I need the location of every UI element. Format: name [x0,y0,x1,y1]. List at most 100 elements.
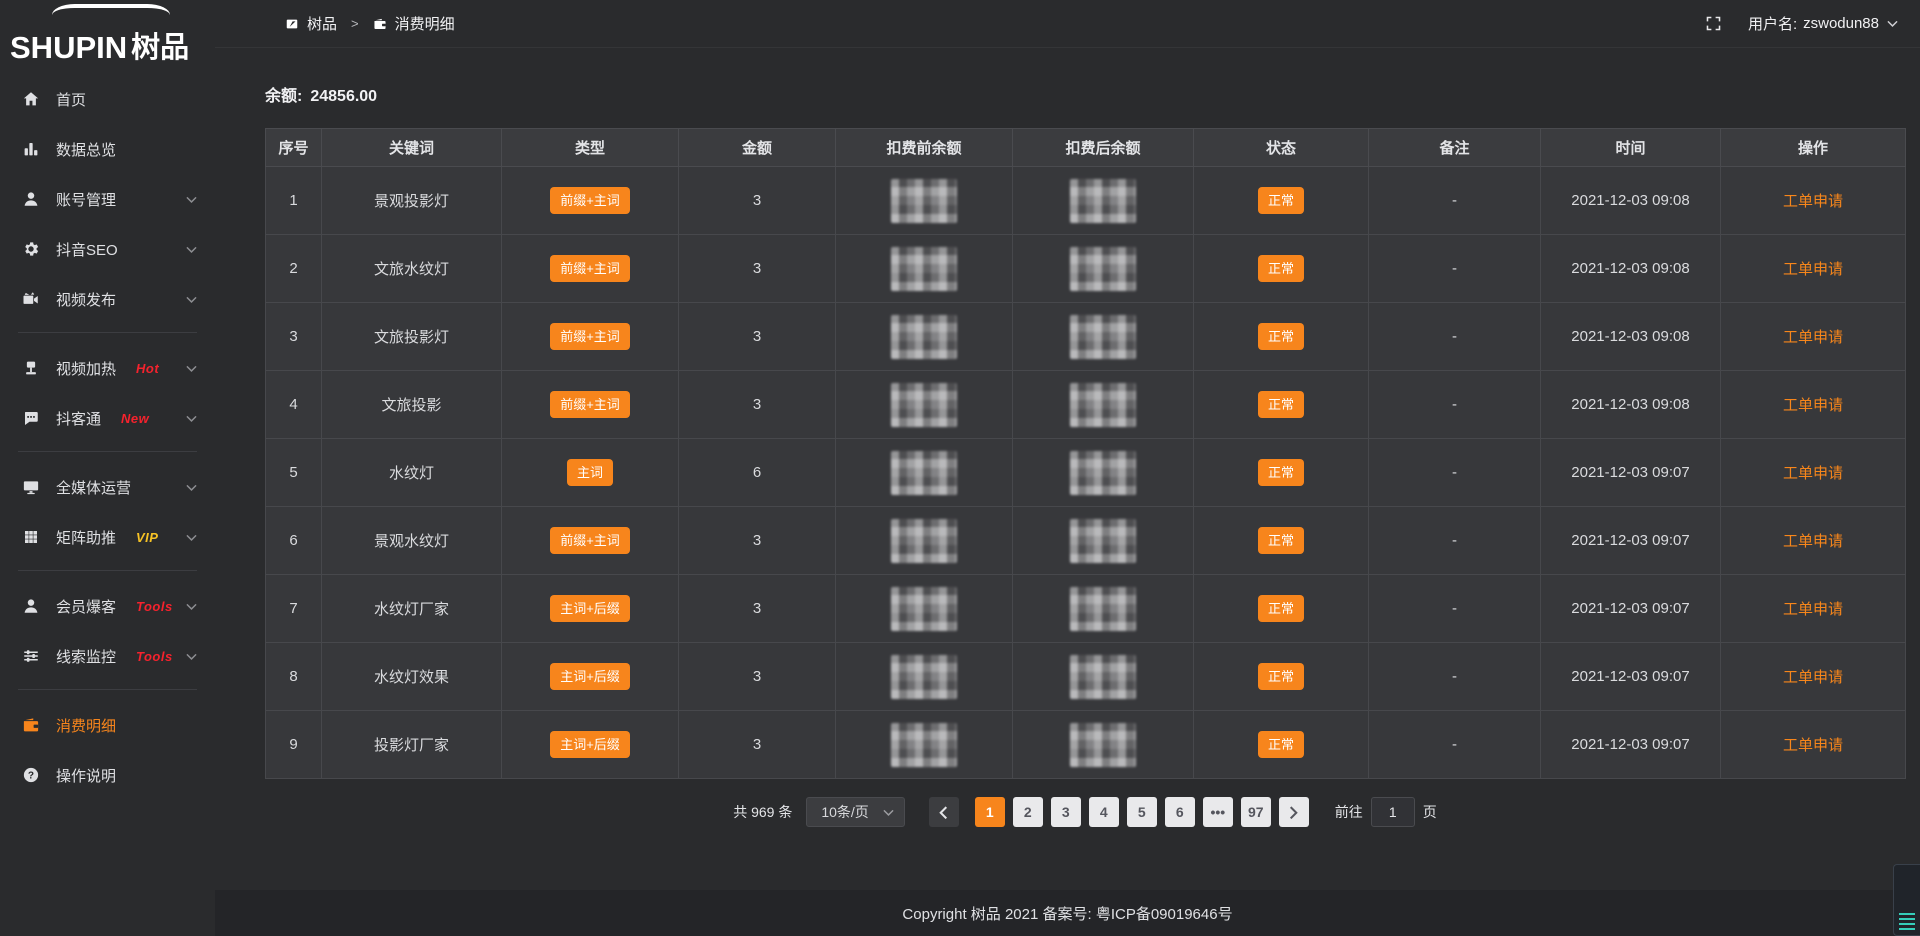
cell-balance-after [1013,167,1194,235]
cell-action: 工单申请 [1721,371,1906,439]
work-order-link[interactable]: 工单申请 [1783,601,1843,618]
floating-widget[interactable] [1893,864,1920,936]
question-icon: ? [22,766,40,784]
type-badge: 主词+后缀 [550,663,630,690]
cell-balance-before [836,507,1013,575]
goto-page-input[interactable] [1371,797,1415,827]
cell-time: 2021-12-03 09:08 [1541,235,1721,303]
sidebar-item-10[interactable]: 矩阵助推VIP [0,512,215,562]
sidebar-item-12[interactable]: 会员爆客Tools [0,581,215,631]
sidebar-item-16[interactable]: ?操作说明 [0,750,215,800]
status-badge: 正常 [1258,527,1304,554]
total-count: 共 969 条 [733,802,792,822]
cell-action: 工单申请 [1721,575,1906,643]
masked-value [1070,587,1136,631]
type-badge: 前缀+主词 [550,527,630,554]
sidebar-item-2[interactable]: 账号管理 [0,174,215,224]
user-icon [22,190,40,208]
work-order-link[interactable]: 工单申请 [1783,465,1843,482]
cell-type: 前缀+主词 [502,371,679,439]
cell-time: 2021-12-03 09:08 [1541,371,1721,439]
work-order-link[interactable]: 工单申请 [1783,737,1843,754]
video-camera-icon [22,290,40,308]
fullscreen-icon[interactable] [1705,15,1722,32]
chevron-down-icon [186,603,197,610]
cell-time: 2021-12-03 09:07 [1541,575,1721,643]
prev-page-button[interactable] [929,797,959,827]
type-badge: 主词+后缀 [550,595,630,622]
sidebar-divider [18,689,197,690]
breadcrumb-separator: > [351,16,359,31]
masked-value [891,587,957,631]
chat-icon [22,409,40,427]
table-row: 1景观投影灯前缀+主词3正常-2021-12-03 09:08工单申请 [266,167,1906,235]
status-badge: 正常 [1258,595,1304,622]
main-content: 余额:24856.00 序号关键词类型金额扣费前余额扣费后余额状态备注时间操作 … [215,48,1920,936]
panel-icon [285,17,299,31]
grid-icon [22,528,40,546]
cell-status: 正常 [1194,711,1369,779]
type-badge: 主词+后缀 [550,731,630,758]
page-button-6[interactable]: 6 [1165,797,1195,827]
column-header: 金额 [679,129,836,167]
wallet-icon [373,17,387,31]
sidebar-item-4[interactable]: 视频发布 [0,274,215,324]
page-button-5[interactable]: 5 [1127,797,1157,827]
cell-status: 正常 [1194,167,1369,235]
work-order-link[interactable]: 工单申请 [1783,397,1843,414]
column-header: 扣费前余额 [836,129,1013,167]
page-button-1[interactable]: 1 [975,797,1005,827]
table-row: 3文旅投影灯前缀+主词3正常-2021-12-03 09:08工单申请 [266,303,1906,371]
work-order-link[interactable]: 工单申请 [1783,193,1843,210]
page-button-97[interactable]: 97 [1241,797,1271,827]
cell-amount: 3 [679,303,836,371]
work-order-link[interactable]: 工单申请 [1783,261,1843,278]
gear-icon [22,240,40,258]
sidebar-item-3[interactable]: 抖音SEO [0,224,215,274]
user-menu[interactable]: 用户名: zswodun88 [1748,13,1898,34]
masked-value [1070,451,1136,495]
masked-value [891,247,957,291]
work-order-link[interactable]: 工单申请 [1783,669,1843,686]
sidebar-item-0[interactable]: 首页 [0,74,215,124]
page-button-4[interactable]: 4 [1089,797,1119,827]
masked-value [891,451,957,495]
chevron-down-icon [186,653,197,660]
breadcrumb: 树品 > 消费明细 [285,13,455,34]
page-button-3[interactable]: 3 [1051,797,1081,827]
next-page-button[interactable] [1279,797,1309,827]
cell-action: 工单申请 [1721,235,1906,303]
breadcrumb-item-home[interactable]: 树品 [307,13,337,34]
cell-remark: - [1369,371,1541,439]
work-order-link[interactable]: 工单申请 [1783,533,1843,550]
work-order-link[interactable]: 工单申请 [1783,329,1843,346]
cell-amount: 6 [679,439,836,507]
sidebar-item-6[interactable]: 视频加热Hot [0,343,215,393]
sidebar-item-1[interactable]: 数据总览 [0,124,215,174]
sidebar-item-9[interactable]: 全媒体运营 [0,462,215,512]
cell-index: 6 [266,507,322,575]
column-header: 类型 [502,129,679,167]
cell-balance-before [836,643,1013,711]
cell-remark: - [1369,235,1541,303]
cell-keyword: 文旅投影 [322,371,502,439]
cell-amount: 3 [679,371,836,439]
sidebar-item-15[interactable]: 消费明细 [0,700,215,750]
masked-value [891,315,957,359]
page-size-select[interactable]: 10条/页 [806,797,904,827]
cell-balance-after [1013,507,1194,575]
cell-status: 正常 [1194,303,1369,371]
status-badge: 正常 [1258,255,1304,282]
copyright-text: Copyright 树品 2021 备案号: 粤ICP备09019646号 [902,903,1232,924]
logo-text-cn: 树品 [131,24,189,66]
cell-balance-after [1013,575,1194,643]
chevron-down-icon [883,809,894,816]
cell-action: 工单申请 [1721,439,1906,507]
sidebar-item-13[interactable]: 线索监控Tools [0,631,215,681]
more-pages-button[interactable]: ••• [1203,797,1233,827]
sidebar-item-7[interactable]: 抖客通New [0,393,215,443]
footer: Copyright 树品 2021 备案号: 粤ICP备09019646号 [215,890,1920,936]
cell-action: 工单申请 [1721,711,1906,779]
page-button-2[interactable]: 2 [1013,797,1043,827]
column-header: 操作 [1721,129,1906,167]
